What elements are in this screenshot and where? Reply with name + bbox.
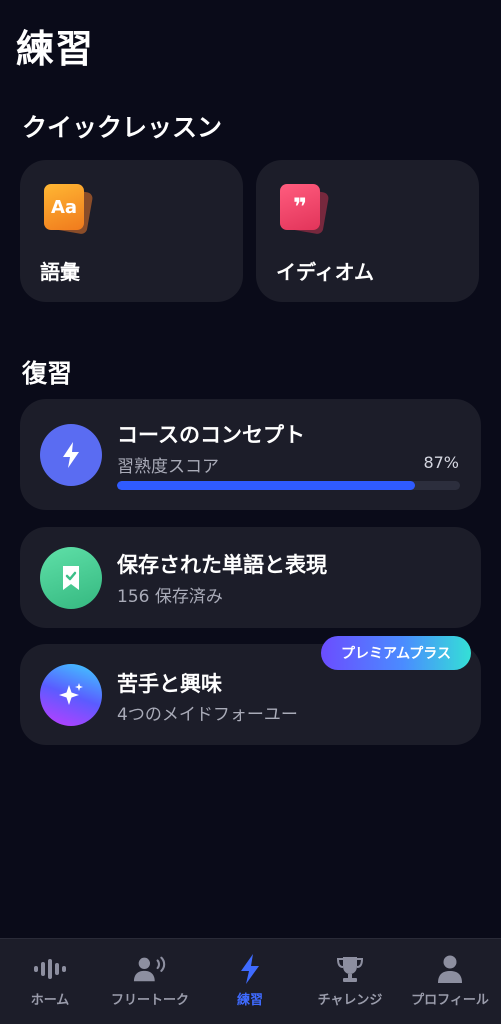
made-for-you-count: 4つのメイドフォーユー bbox=[117, 705, 298, 725]
page-title: 練習 bbox=[16, 27, 95, 71]
nav-profile[interactable]: プロフィール bbox=[400, 939, 500, 1024]
vocabulary-card-icon: Aa bbox=[44, 184, 100, 240]
vocabulary-label: 語彙 bbox=[40, 260, 80, 284]
nav-challenge-label: チャレンジ bbox=[317, 993, 383, 1008]
saved-count: 156 保存済み bbox=[117, 587, 223, 607]
mastery-score-percent: 87% bbox=[423, 453, 459, 472]
idiom-card[interactable]: ❞ イディオム bbox=[256, 160, 479, 302]
bottom-navigation: ホーム フリートーク 練習 チャレンジ プロフィール bbox=[0, 938, 501, 1024]
weakness-interest-title: 苦手と興味 bbox=[117, 672, 222, 696]
nav-practice-label: 練習 bbox=[236, 993, 263, 1008]
bookmark-icon bbox=[40, 547, 102, 609]
trophy-icon bbox=[333, 953, 367, 985]
person-speaking-icon bbox=[133, 953, 167, 985]
nav-challenge[interactable]: チャレンジ bbox=[300, 939, 400, 1024]
nav-profile-label: プロフィール bbox=[411, 993, 489, 1008]
mastery-progress-fill bbox=[117, 481, 416, 490]
course-concepts-title: コースのコンセプト bbox=[117, 423, 305, 447]
nav-practice[interactable]: 練習 bbox=[200, 939, 300, 1024]
practice-page: 練習 クイックレッスン Aa 語彙 ❞ イディオム 復習 コースのコンセプト 習… bbox=[0, 0, 501, 1024]
mastery-progress-bar bbox=[117, 481, 460, 490]
course-concepts-card[interactable]: コースのコンセプト 習熟度スコア 87% bbox=[20, 399, 481, 510]
quick-lessons-heading: クイックレッスン bbox=[22, 113, 223, 142]
nav-free-talk[interactable]: フリートーク bbox=[100, 939, 200, 1024]
sparkle-icon bbox=[40, 664, 102, 726]
mastery-score-label: 習熟度スコア bbox=[117, 457, 219, 477]
idiom-label: イディオム bbox=[276, 260, 374, 284]
saved-words-title: 保存された単語と表現 bbox=[117, 553, 327, 577]
premium-plus-badge: プレミアムプラス bbox=[321, 636, 471, 670]
idiom-quote-icon: ❞ bbox=[280, 184, 336, 240]
nav-home-label: ホーム bbox=[30, 993, 70, 1008]
lightning-icon bbox=[233, 953, 267, 985]
person-icon bbox=[433, 953, 467, 985]
vocabulary-card[interactable]: Aa 語彙 bbox=[20, 160, 243, 302]
saved-words-card[interactable]: 保存された単語と表現 156 保存済み bbox=[20, 527, 481, 628]
nav-home[interactable]: ホーム bbox=[0, 939, 100, 1024]
review-heading: 復習 bbox=[22, 359, 73, 388]
lightning-icon bbox=[40, 424, 102, 486]
nav-free-talk-label: フリートーク bbox=[110, 993, 189, 1008]
waveform-icon bbox=[33, 953, 67, 985]
